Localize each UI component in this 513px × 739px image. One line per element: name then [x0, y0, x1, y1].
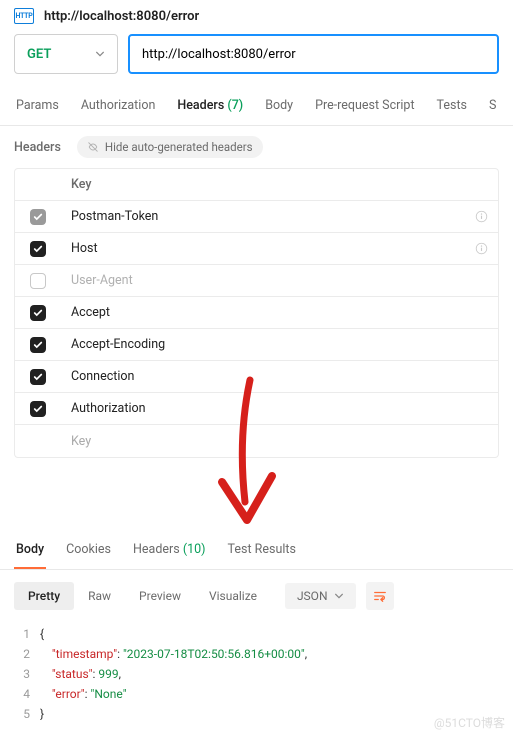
hide-autogen-button[interactable]: Hide auto-generated headers — [77, 136, 263, 158]
table-row-new[interactable]: Key — [15, 425, 498, 457]
table-row[interactable]: User-Agent — [15, 265, 498, 297]
tab-tests[interactable]: Tests — [435, 88, 469, 125]
header-key[interactable]: Accept-Encoding — [61, 337, 464, 352]
chevron-down-icon — [334, 591, 344, 601]
header-key[interactable]: Accept — [61, 305, 464, 320]
checkbox[interactable] — [30, 305, 46, 321]
checkbox[interactable] — [30, 337, 46, 353]
table-row[interactable]: Host — [15, 233, 498, 265]
tab-authorization[interactable]: Authorization — [79, 88, 158, 125]
request-title: http://localhost:8080/error — [44, 9, 199, 24]
format-selector[interactable]: JSON — [285, 583, 356, 609]
request-tabs: Params Authorization Headers (7) Body Pr… — [0, 88, 513, 126]
url-input[interactable] — [128, 34, 499, 74]
header-key[interactable]: User-Agent — [61, 273, 464, 288]
response-body[interactable]: 1{ 2 "timestamp": "2023-07-18T02:50:56.8… — [0, 622, 513, 726]
checkbox[interactable] — [30, 273, 46, 289]
info-icon[interactable] — [475, 242, 488, 255]
tab-params[interactable]: Params — [14, 88, 61, 125]
headers-table: Key Postman-Token Host User-Agent Accept… — [14, 168, 499, 458]
checkbox[interactable] — [30, 401, 46, 417]
table-row[interactable]: Connection — [15, 361, 498, 393]
header-key[interactable]: Postman-Token — [61, 209, 464, 224]
table-row[interactable]: Postman-Token — [15, 201, 498, 233]
http-method-icon: HTTP — [14, 8, 34, 24]
checkbox[interactable] — [30, 209, 46, 225]
view-segment: Pretty Raw Preview Visualize — [14, 582, 271, 610]
tab-prerequest[interactable]: Pre-request Script — [313, 88, 416, 125]
rtab-test-results[interactable]: Test Results — [226, 532, 298, 569]
view-pretty[interactable]: Pretty — [14, 582, 74, 610]
header-key[interactable]: Authorization — [61, 401, 464, 416]
info-icon[interactable] — [475, 210, 488, 223]
table-header-row: Key — [15, 169, 498, 201]
view-preview[interactable]: Preview — [125, 582, 195, 610]
wrap-icon — [373, 589, 387, 603]
method-selector[interactable]: GET — [14, 34, 118, 74]
method-label: GET — [27, 47, 51, 62]
checkbox[interactable] — [30, 241, 46, 257]
response-tabs: Body Cookies Headers (10) Test Results — [0, 532, 513, 570]
header-key-placeholder[interactable]: Key — [61, 434, 464, 449]
eye-off-icon — [87, 141, 99, 153]
headers-label: Headers — [14, 140, 61, 155]
checkbox[interactable] — [30, 369, 46, 385]
tab-settings[interactable]: S — [487, 88, 498, 125]
view-raw[interactable]: Raw — [74, 582, 125, 610]
view-visualize[interactable]: Visualize — [195, 582, 271, 610]
rtab-body[interactable]: Body — [14, 532, 46, 569]
watermark: @51CTO博客 — [434, 714, 505, 731]
header-key[interactable]: Host — [61, 241, 464, 256]
tab-body[interactable]: Body — [263, 88, 295, 125]
table-row[interactable]: Authorization — [15, 393, 498, 425]
table-row[interactable]: Accept-Encoding — [15, 329, 498, 361]
tab-headers[interactable]: Headers (7) — [175, 88, 245, 125]
rtab-cookies[interactable]: Cookies — [64, 532, 113, 569]
header-key[interactable]: Connection — [61, 369, 464, 384]
table-row[interactable]: Accept — [15, 297, 498, 329]
wrap-lines-button[interactable] — [366, 582, 394, 610]
rtab-headers[interactable]: Headers (10) — [131, 532, 208, 569]
chevron-down-icon — [95, 49, 105, 59]
